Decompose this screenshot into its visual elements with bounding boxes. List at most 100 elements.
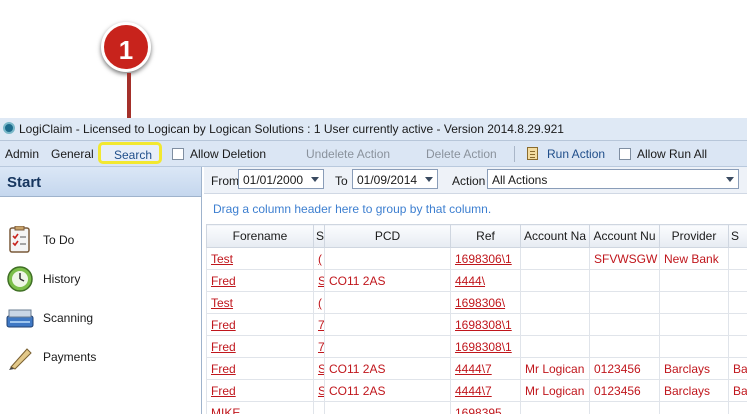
ref-cell[interactable]: 1698306\1	[450, 247, 521, 270]
s-cell[interactable]	[313, 401, 325, 414]
account-number-cell: SFVWSGW	[589, 247, 660, 270]
column-header[interactable]: S	[313, 224, 325, 248]
pcd-cell	[324, 401, 451, 414]
table-row[interactable]: Fred 7 1698308\1	[206, 313, 747, 336]
account-name-cell	[520, 313, 590, 336]
table-header-row: Forename S PCD Ref Account Na Account Nu…	[206, 224, 747, 248]
ref-cell[interactable]: 4444\7	[450, 357, 521, 380]
provider-cell	[659, 401, 729, 414]
column-header[interactable]: S	[728, 224, 747, 248]
clipboard-icon	[527, 147, 538, 160]
pcd-cell: CO11 2AS	[324, 357, 451, 380]
column-header[interactable]: Provider	[659, 224, 729, 248]
account-name-cell	[520, 247, 590, 270]
menu-general[interactable]: General	[51, 147, 94, 161]
s-cell[interactable]: S	[313, 269, 325, 292]
ref-cell[interactable]: 1698308\1	[450, 335, 521, 358]
s-cell[interactable]: (	[313, 247, 325, 270]
start-sidebar: Start To Do History Scanning Payments	[0, 167, 202, 414]
s-cell[interactable]: (	[313, 291, 325, 314]
provider-cell	[659, 291, 729, 314]
column-header[interactable]: Ref	[450, 224, 521, 248]
sidebar-item-label: Scanning	[43, 311, 94, 325]
forename-cell[interactable]: Fred	[206, 313, 314, 336]
allow-deletion-label[interactable]: Allow Deletion	[190, 147, 266, 161]
to-label: To	[335, 174, 348, 188]
window-title: LogiClaim - Licensed to Logican by Logic…	[19, 122, 564, 136]
table-row[interactable]: Fred S CO11 2AS 4444\7 Mr Logican 012345…	[206, 379, 747, 402]
s-cell[interactable]: S	[313, 379, 325, 402]
from-date-picker[interactable]: 01/01/2000	[238, 169, 324, 189]
app-logo-icon	[3, 122, 15, 134]
menu-search-button[interactable]: Search	[98, 142, 162, 164]
ref-cell[interactable]: 1698308\1	[450, 313, 521, 336]
forename-cell[interactable]: MIKE	[206, 401, 314, 414]
from-date-value: 01/01/2000	[243, 173, 304, 187]
undelete-action-button[interactable]: Undelete Action	[306, 147, 390, 161]
step-callout-badge: 1	[101, 22, 151, 72]
column-header[interactable]: PCD	[324, 224, 451, 248]
group-by-hint: Drag a column header here to group by th…	[213, 202, 492, 216]
pcd-cell	[324, 291, 451, 314]
column-header[interactable]: Forename	[206, 224, 314, 248]
account-number-cell: 0123456	[589, 357, 660, 380]
action-select[interactable]: All Actions	[487, 169, 739, 189]
forename-cell[interactable]: Fred	[206, 357, 314, 380]
table-row[interactable]: Test ( 1698306\1 SFVWSGW New Bank	[206, 247, 747, 270]
chevron-down-icon	[726, 177, 734, 182]
account-name-cell	[520, 335, 590, 358]
account-number-cell	[589, 291, 660, 314]
extra-cell	[728, 291, 747, 314]
sidebar-item-payments[interactable]: Payments	[0, 340, 200, 374]
pen-icon	[9, 348, 32, 370]
clock-icon	[7, 266, 33, 292]
allow-run-all-checkbox[interactable]	[619, 148, 631, 160]
sidebar-item-scanning[interactable]: Scanning	[0, 301, 200, 335]
delete-action-button[interactable]: Delete Action	[426, 147, 497, 161]
to-date-picker[interactable]: 01/09/2014	[352, 169, 438, 189]
allow-run-all-label[interactable]: Allow Run All	[637, 147, 707, 161]
ref-cell[interactable]: 4444\7	[450, 379, 521, 402]
s-cell[interactable]: 7	[313, 313, 325, 336]
ref-cell[interactable]: 1698395	[450, 401, 521, 414]
forename-cell[interactable]: Fred	[206, 335, 314, 358]
allow-deletion-checkbox[interactable]	[172, 148, 184, 160]
provider-cell	[659, 269, 729, 292]
menu-search-label: Search	[114, 148, 153, 162]
table-row[interactable]: Fred 7 1698308\1	[206, 335, 747, 358]
table-row[interactable]: Fred S CO11 2AS 4444\	[206, 269, 747, 292]
account-number-cell: 0123456	[589, 379, 660, 402]
run-action-button[interactable]: Run Action	[547, 147, 605, 161]
sidebar-item-label: Payments	[43, 350, 97, 364]
provider-cell: Barclays	[659, 379, 729, 402]
column-header[interactable]: Account Nu	[589, 224, 660, 248]
sidebar-item-history[interactable]: History	[0, 262, 200, 296]
filter-toolbar: From 01/01/2000 To 01/09/2014 Action All…	[204, 167, 747, 194]
extra-cell	[728, 313, 747, 336]
table-row[interactable]: Test ( 1698306\	[206, 291, 747, 314]
provider-cell	[659, 335, 729, 358]
forename-cell[interactable]: Test	[206, 291, 314, 314]
pcd-cell: CO11 2AS	[324, 269, 451, 292]
window-title-bar: LogiClaim - Licensed to Logican by Logic…	[0, 118, 747, 141]
s-cell[interactable]: S	[313, 357, 325, 380]
menu-admin[interactable]: Admin	[5, 147, 39, 161]
sidebar-item-label: To Do	[43, 233, 75, 247]
s-cell[interactable]: 7	[313, 335, 325, 358]
account-number-cell	[589, 313, 660, 336]
forename-cell[interactable]: Fred	[206, 269, 314, 292]
column-header[interactable]: Account Na	[520, 224, 590, 248]
forename-cell[interactable]: Test	[206, 247, 314, 270]
table-row[interactable]: MIKE 1698395	[206, 401, 747, 414]
ref-cell[interactable]: 1698306\	[450, 291, 521, 314]
ref-cell[interactable]: 4444\	[450, 269, 521, 292]
pcd-cell: CO11 2AS	[324, 379, 451, 402]
menu-bar: Admin General Search Allow Deletion Unde…	[0, 141, 747, 167]
sidebar-item-to-do[interactable]: To Do	[0, 223, 200, 257]
chevron-down-icon	[311, 177, 319, 182]
table-row[interactable]: Fred S CO11 2AS 4444\7 Mr Logican 012345…	[206, 357, 747, 380]
sidebar-item-label: History	[43, 272, 81, 286]
forename-cell[interactable]: Fred	[206, 379, 314, 402]
pcd-cell	[324, 313, 451, 336]
extra-cell	[728, 335, 747, 358]
